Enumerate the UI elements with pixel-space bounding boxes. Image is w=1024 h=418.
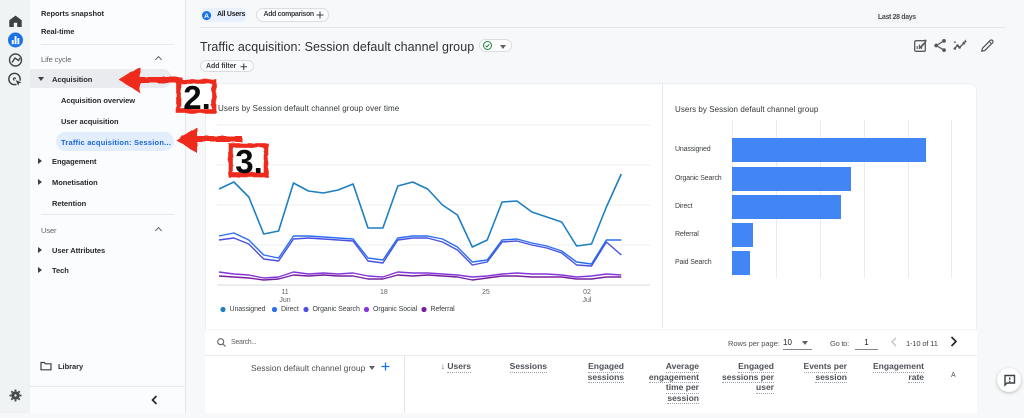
svg-text:2.: 2. bbox=[183, 79, 211, 116]
svg-text:3.: 3. bbox=[235, 143, 263, 180]
